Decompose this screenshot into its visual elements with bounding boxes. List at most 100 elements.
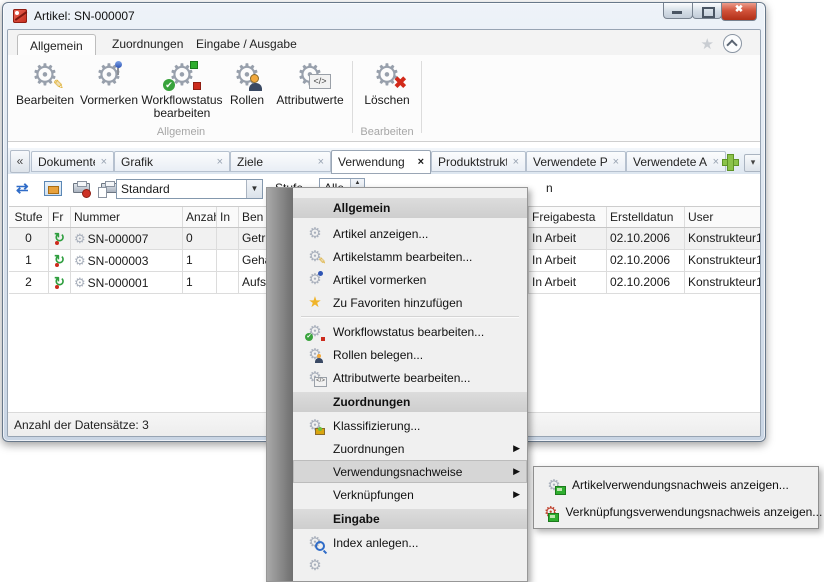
- bearbeiten-button[interactable]: ⚙✎ Bearbeiten: [12, 57, 78, 107]
- group-separator: [421, 61, 422, 133]
- menu-item-workflowstatus[interactable]: ⚙✔ Workflowstatus bearbeiten...: [293, 320, 527, 343]
- close-tab-icon[interactable]: ×: [312, 156, 324, 168]
- gear-code-icon: ⚙</>: [293, 59, 327, 93]
- attributwerte-button[interactable]: ⚙</> Attributwerte: [270, 57, 350, 107]
- gear-person-icon: ⚙: [230, 59, 264, 93]
- chevron-up-icon: [726, 39, 737, 50]
- submenu-arrow-icon: ▶: [513, 466, 520, 477]
- refresh-status-icon: ↻: [54, 230, 65, 245]
- minimize-button[interactable]: [663, 3, 693, 19]
- gear-magnify-icon: ⚙: [305, 534, 325, 552]
- menu-item-attributwerte[interactable]: ⚙</> Attributwerte bearbeiten...: [293, 366, 527, 389]
- close-tab-icon[interactable]: ×: [507, 156, 519, 168]
- gear-link-monitor-icon: ⚙: [544, 503, 557, 521]
- gear-delete-icon: ⚙✖: [370, 59, 404, 93]
- submenu-arrow-icon: ▶: [513, 443, 520, 454]
- ribbon-tab-zuordnungen[interactable]: Zuordnungen: [100, 33, 195, 55]
- gear-pencil-icon: ⚙✎: [305, 248, 325, 266]
- gear-pin-icon: ⚙: [92, 59, 126, 93]
- submenu-item-artikelverwendungsnachweis[interactable]: ⚙ Artikelverwendungsnachweis anzeigen...: [534, 471, 818, 498]
- gear-classify-icon: ⚙: [305, 417, 325, 435]
- tab-overflow-button[interactable]: ▾: [744, 154, 761, 172]
- occluded-label-fragment: n: [546, 181, 553, 195]
- send-window-icon[interactable]: [44, 180, 62, 198]
- menu-side-strip: [267, 188, 293, 581]
- ribbon-tab-eingabe-ausgabe[interactable]: Eingabe / Ausgabe: [184, 33, 309, 55]
- add-tab-button[interactable]: [720, 152, 739, 171]
- rollen-button[interactable]: ⚙ Rollen: [224, 57, 270, 107]
- gear-pin-icon: ⚙: [305, 271, 325, 289]
- app-icon: [13, 9, 27, 23]
- gear-icon: ⚙: [74, 253, 86, 268]
- loeschen-button[interactable]: ⚙✖ Löschen: [355, 57, 419, 107]
- group-separator: [352, 61, 353, 133]
- close-icon: ✖: [722, 4, 756, 15]
- close-tab-icon[interactable]: ×: [707, 156, 719, 168]
- close-button[interactable]: ✖: [721, 3, 757, 21]
- gear-icon: ⚙: [305, 225, 325, 243]
- menu-item-index-anlegen[interactable]: ⚙ Index anlegen...: [293, 531, 527, 554]
- document-tab-strip: « Dokumente× Grafik× Ziele× Verwendung× …: [8, 148, 760, 174]
- menu-separator: [293, 314, 527, 320]
- collapse-ribbon-button[interactable]: [723, 34, 742, 53]
- close-tab-icon[interactable]: ×: [95, 156, 107, 168]
- close-tab-icon[interactable]: ×: [211, 156, 223, 168]
- tab-ziele[interactable]: Ziele×: [230, 151, 331, 172]
- ribbon-tab-allgemein[interactable]: Allgemein: [17, 34, 96, 57]
- gear-status-icon: ⚙✔: [305, 323, 325, 341]
- view-select[interactable]: Standard ▼: [116, 179, 263, 199]
- verwendungsnachweise-submenu: ⚙ Artikelverwendungsnachweis anzeigen...…: [533, 466, 819, 529]
- menu-item-partial[interactable]: ⚙: [293, 554, 527, 577]
- tab-grafik[interactable]: Grafik×: [114, 151, 230, 172]
- group-label-bearbeiten: Bearbeiten: [355, 126, 419, 138]
- tab-produktstruktur[interactable]: Produktstruktu×: [431, 151, 526, 172]
- menu-item-artikel-vormerken[interactable]: ⚙ Artikel vormerken: [293, 268, 527, 291]
- menu-item-rollen-belegen[interactable]: ⚙ Rollen belegen...: [293, 343, 527, 366]
- gear-icon: ⚙: [305, 557, 325, 575]
- menu-item-klassifizierung[interactable]: ⚙ Klassifizierung...: [293, 414, 527, 437]
- menu-item-verknuepfungen[interactable]: Verknüpfungen ▶: [293, 483, 527, 506]
- gear-pencil-icon: ⚙✎: [28, 59, 62, 93]
- favorite-star-icon[interactable]: ★: [701, 35, 714, 53]
- menu-item-artikelstamm-bearbeiten[interactable]: ⚙✎ Artikelstamm bearbeiten...: [293, 245, 527, 268]
- tab-verwendung[interactable]: Verwendung×: [331, 150, 431, 174]
- tab-verwendete-po[interactable]: Verwendete Po×: [526, 151, 626, 172]
- tab-verwendete-ar[interactable]: Verwendete Ar×: [626, 151, 726, 172]
- collapse-tabs-button[interactable]: «: [10, 150, 30, 173]
- ribbon-tab-row: Allgemein Zuordnungen Eingabe / Ausgabe …: [8, 30, 760, 55]
- titlebar[interactable]: Artikel: SN-000007 ✖: [3, 3, 765, 29]
- record-count: Anzahl der Datensätze: 3: [14, 418, 149, 432]
- maximize-button[interactable]: [692, 3, 722, 19]
- close-tab-icon[interactable]: ×: [412, 156, 424, 168]
- context-menu: Allgemein ⚙ Artikel anzeigen... ⚙✎ Artik…: [266, 187, 528, 582]
- menu-section-header: Zuordnungen: [293, 392, 527, 412]
- vormerken-button[interactable]: ⚙ Vormerken: [78, 57, 140, 107]
- group-label-allgemein: Allgemein: [12, 126, 350, 138]
- refresh-status-icon: ↻: [54, 252, 65, 267]
- workflowstatus-bearbeiten-button[interactable]: ⚙✔ Workflowstatus bearbeiten: [140, 57, 224, 120]
- close-tab-icon[interactable]: ×: [607, 156, 619, 168]
- print-pdf-icon[interactable]: [72, 180, 90, 198]
- menu-section-header: Eingabe: [293, 509, 527, 529]
- refresh-icon[interactable]: ⇄: [16, 180, 34, 198]
- chevron-down-icon[interactable]: ▼: [246, 180, 262, 198]
- menu-item-zuordnungen[interactable]: Zuordnungen ▶: [293, 437, 527, 460]
- tab-dokumente[interactable]: Dokumente×: [31, 151, 114, 172]
- menu-section-header: Allgemein: [293, 198, 527, 218]
- gear-person-icon: ⚙: [305, 346, 325, 364]
- submenu-arrow-icon: ▶: [513, 489, 520, 500]
- refresh-status-icon: ↻: [54, 274, 65, 289]
- menu-item-verwendungsnachweise[interactable]: Verwendungsnachweise ▶: [293, 460, 527, 483]
- gear-monitor-icon: ⚙: [544, 476, 564, 494]
- ribbon-group-bearbeiten: ⚙✖ Löschen Bearbeiten: [355, 57, 419, 139]
- favorite-star-icon: ★: [305, 295, 325, 311]
- gear-icon: ⚙: [74, 231, 86, 246]
- gear-status-icon: ⚙✔: [165, 59, 199, 93]
- gear-icon: ⚙: [74, 275, 86, 290]
- gear-code-icon: ⚙</>: [305, 369, 325, 387]
- menu-item-zu-favoriten[interactable]: ★ Zu Favoriten hinzufügen: [293, 291, 527, 314]
- ribbon-group-allgemein: ⚙✎ Bearbeiten ⚙ Vormerken ⚙✔ Workflowsta…: [12, 57, 350, 139]
- ribbon-panel: ⚙✎ Bearbeiten ⚙ Vormerken ⚙✔ Workflowsta…: [8, 55, 760, 142]
- menu-item-artikel-anzeigen[interactable]: ⚙ Artikel anzeigen...: [293, 222, 527, 245]
- submenu-item-verknuepfungsverwendungsnachweis[interactable]: ⚙ Verknüpfungsverwendungsnachweis anzeig…: [534, 498, 818, 525]
